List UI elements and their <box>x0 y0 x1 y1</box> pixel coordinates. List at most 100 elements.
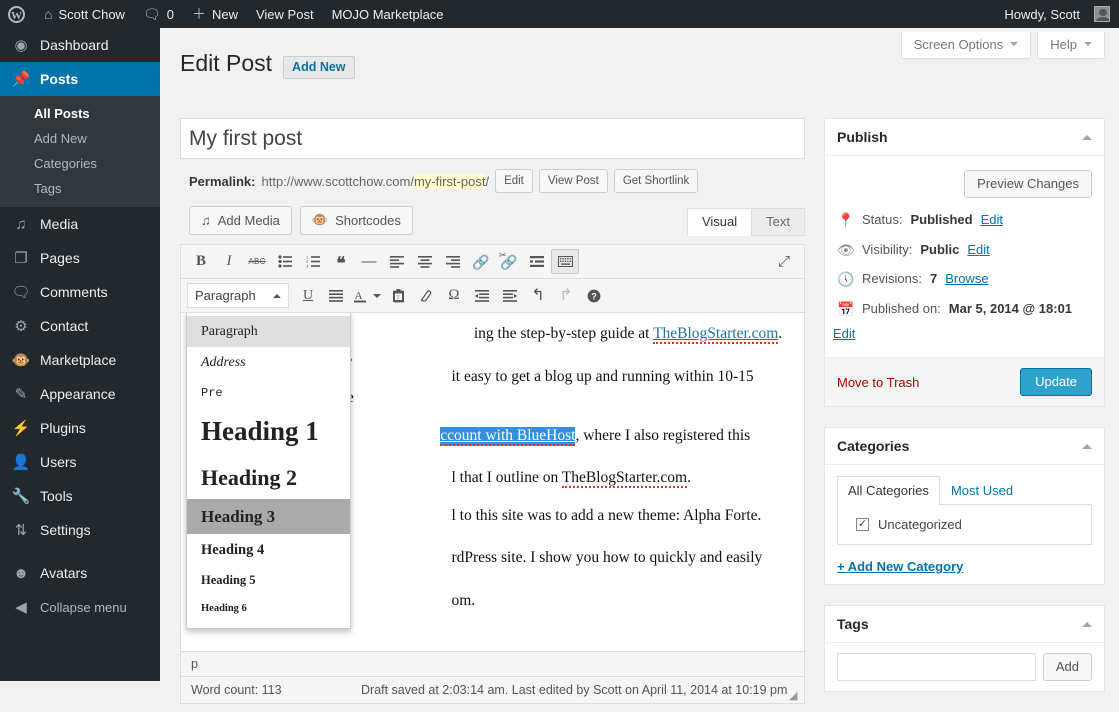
format-option-heading-1[interactable]: Heading 1 <box>187 407 350 456</box>
tags-box-header[interactable]: Tags <box>825 606 1104 643</box>
content-link-theblogstarter[interactable]: TheBlogStarter.com <box>653 325 778 344</box>
format-option-heading-4[interactable]: Heading 4 <box>187 534 350 566</box>
edit-visibility-link[interactable]: Edit <box>967 242 989 257</box>
my-account-menu[interactable]: Howdy, Scott <box>995 0 1119 28</box>
horizontal-rule-icon[interactable]: — <box>355 249 383 274</box>
wordpress-logo-menu[interactable] <box>0 0 35 28</box>
sidebar-item-pages[interactable]: ❐ Pages <box>0 241 160 275</box>
post-content-area[interactable]: XXXXXXXXXXXXXXXXXXXXXXXXXing the step-by… <box>181 313 804 651</box>
sidebar-item-avatars[interactable]: ☻ Avatars <box>0 556 160 590</box>
sidebar-subitem-categories[interactable]: Categories <box>0 151 160 176</box>
sidebar-subitem-add-new[interactable]: Add New <box>0 126 160 151</box>
sidebar-item-collapse-menu[interactable]: ◀ Collapse menu <box>0 590 160 624</box>
text-color-icon[interactable]: A <box>350 283 370 308</box>
tab-text[interactable]: Text <box>751 208 805 236</box>
tag-input[interactable] <box>837 653 1036 681</box>
outdent-icon[interactable] <box>468 283 496 308</box>
indent-icon[interactable] <box>496 283 524 308</box>
underline-icon[interactable]: U <box>294 283 322 308</box>
view-post-button[interactable]: View Post <box>539 169 608 193</box>
fullscreen-icon[interactable]: ⤢ <box>770 249 798 274</box>
tab-visual[interactable]: Visual <box>687 208 752 236</box>
edit-permalink-button[interactable]: Edit <box>495 169 533 193</box>
bulleted-list-icon[interactable] <box>271 249 299 274</box>
move-to-trash-link[interactable]: Move to Trash <box>837 375 919 390</box>
content-link-bluehost-selected[interactable]: ccount with BlueHost <box>440 427 575 446</box>
align-right-icon[interactable] <box>439 249 467 274</box>
format-option-address[interactable]: Address <box>187 347 350 378</box>
mojo-marketplace-menu[interactable]: MOJO Marketplace <box>323 0 453 28</box>
shortcodes-button[interactable]: 🐵 Shortcodes <box>300 206 413 235</box>
bold-icon[interactable]: B <box>187 249 215 274</box>
tab-all-categories[interactable]: All Categories <box>837 476 940 505</box>
chevron-up-icon[interactable] <box>1082 130 1092 140</box>
clear-formatting-icon[interactable] <box>412 283 440 308</box>
sidebar-item-posts[interactable]: 📌 Posts <box>0 62 160 96</box>
sidebar-item-dashboard[interactable]: ◉ Dashboard <box>0 28 160 62</box>
sidebar-subitem-all-posts[interactable]: All Posts <box>0 101 160 126</box>
format-option-heading-6[interactable]: Heading 6 <box>187 596 350 622</box>
checkbox-checked-icon[interactable]: ✓ <box>856 518 869 531</box>
pages-icon: ❐ <box>11 251 31 266</box>
format-option-heading-3[interactable]: Heading 3 <box>187 499 350 534</box>
sidebar-item-tools[interactable]: 🔧 Tools <box>0 479 160 513</box>
redo-icon[interactable]: ↱ <box>552 283 580 308</box>
format-select[interactable]: Paragraph <box>187 283 289 308</box>
text-color-dropdown-icon[interactable] <box>370 283 384 308</box>
sidebar-item-appearance[interactable]: ✎ Appearance <box>0 377 160 411</box>
publish-box-header[interactable]: Publish <box>825 119 1104 156</box>
view-post-menu[interactable]: View Post <box>247 0 323 28</box>
add-media-button[interactable]: ♫ Add Media <box>189 206 292 235</box>
update-button[interactable]: Update <box>1020 368 1092 396</box>
keyboard-shortcuts-icon[interactable]: ? <box>580 283 608 308</box>
add-tag-button[interactable]: Add <box>1043 653 1092 681</box>
browse-revisions-link[interactable]: Browse <box>945 271 988 286</box>
format-option-pre[interactable]: Pre <box>187 379 350 408</box>
add-new-category-link[interactable]: + Add New Category <box>837 559 1092 574</box>
read-more-icon[interactable] <box>523 249 551 274</box>
align-left-icon[interactable] <box>383 249 411 274</box>
tab-most-used[interactable]: Most Used <box>940 476 1024 505</box>
edit-published-date-link[interactable]: Edit <box>833 326 855 341</box>
new-content-menu[interactable]: ＋ New <box>183 0 247 28</box>
format-option-heading-2[interactable]: Heading 2 <box>187 457 350 499</box>
post-title-input[interactable] <box>180 118 805 159</box>
sidebar-item-contact[interactable]: ⚙ Contact <box>0 309 160 343</box>
chevron-up-icon[interactable] <box>1082 439 1092 449</box>
chevron-up-icon[interactable] <box>1082 617 1092 627</box>
paste-as-text-icon[interactable]: T <box>384 283 412 308</box>
sidebar-item-comments[interactable]: 🗨 Comments <box>0 275 160 309</box>
insert-link-icon[interactable]: 🔗 <box>467 249 495 274</box>
sidebar-subitem-tags[interactable]: Tags <box>0 176 160 201</box>
add-new-button[interactable]: Add New <box>283 56 354 79</box>
blockquote-icon[interactable]: ❝ <box>327 249 355 274</box>
justify-icon[interactable] <box>322 283 350 308</box>
format-dropdown-menu[interactable]: Paragraph Address Pre Heading 1 Heading … <box>186 313 351 629</box>
preview-changes-button[interactable]: Preview Changes <box>964 170 1092 198</box>
sidebar-item-label: Settings <box>40 522 91 538</box>
sidebar-item-users[interactable]: 👤 Users <box>0 445 160 479</box>
category-item-uncategorized[interactable]: ✓ Uncategorized <box>848 517 1081 532</box>
screen-options-button[interactable]: Screen Options <box>901 32 1032 59</box>
comments-menu[interactable]: 🗨 0 <box>134 0 183 28</box>
sidebar-item-settings[interactable]: ⇅ Settings <box>0 513 160 547</box>
format-option-heading-5[interactable]: Heading 5 <box>187 566 350 595</box>
kitchen-sink-icon[interactable] <box>551 249 579 274</box>
resize-handle-icon[interactable]: ◢ <box>789 689 801 701</box>
sidebar-item-media[interactable]: ♫ Media <box>0 207 160 241</box>
help-button[interactable]: Help <box>1037 32 1105 59</box>
special-character-icon[interactable]: Ω <box>440 283 468 308</box>
numbered-list-icon[interactable]: 123 <box>299 249 327 274</box>
sidebar-item-plugins[interactable]: ⚡ Plugins <box>0 411 160 445</box>
format-option-paragraph[interactable]: Paragraph <box>187 316 350 347</box>
categories-box-header[interactable]: Categories <box>825 428 1104 465</box>
sidebar-item-marketplace[interactable]: 🐵 Marketplace <box>0 343 160 377</box>
unlink-icon[interactable]: 🔗✂ <box>495 249 523 274</box>
strikethrough-icon[interactable]: ABC <box>243 249 271 274</box>
italic-icon[interactable]: I <box>215 249 243 274</box>
undo-icon[interactable]: ↰ <box>524 283 552 308</box>
site-name-menu[interactable]: ⌂ Scott Chow <box>35 0 134 28</box>
get-shortlink-button[interactable]: Get Shortlink <box>614 169 698 193</box>
align-center-icon[interactable] <box>411 249 439 274</box>
edit-status-link[interactable]: Edit <box>981 212 1003 227</box>
